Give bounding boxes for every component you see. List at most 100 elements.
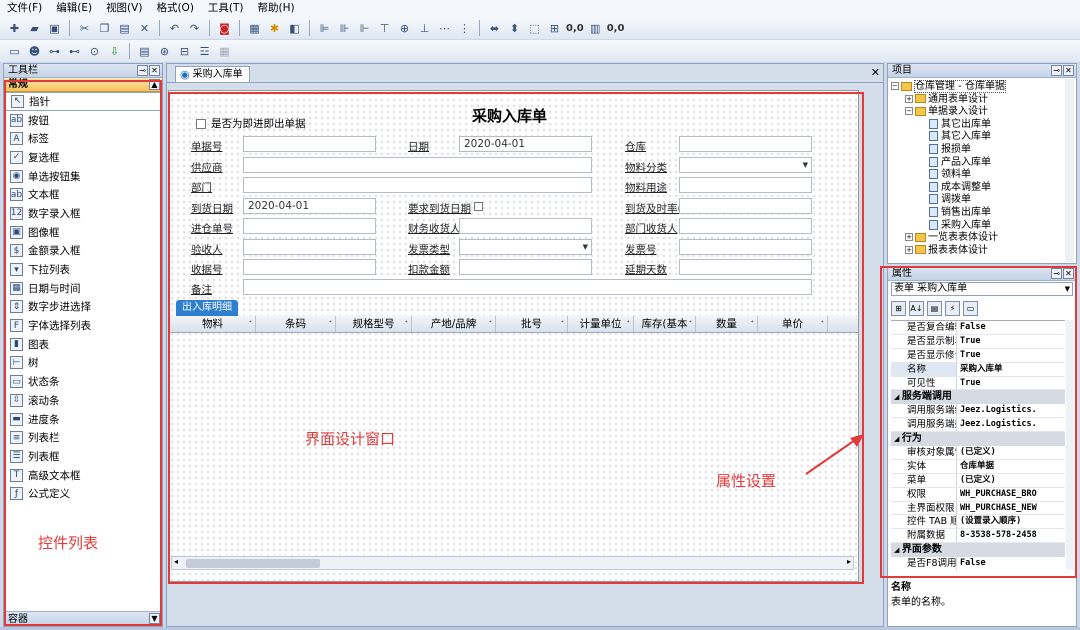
- toolbar-row-1: ✚ ▰ ▣ ✂ ❐ ▤ ✕ ↶ ↷ ◙ ▦ ✱ ◧ ⊫ ⊪ ⊩ ⊤ ⊕ ⊥ ⋯ …: [0, 17, 1080, 39]
- download-icon[interactable]: ⇩: [106, 43, 123, 60]
- pin-icon[interactable]: ⊸: [1051, 65, 1062, 76]
- tree-node[interactable]: 调拨单: [891, 194, 1076, 207]
- size-to-grid-icon[interactable]: ⊞: [546, 20, 563, 37]
- zoom-icon[interactable]: ⊙: [86, 43, 103, 60]
- menu-item[interactable]: 格式(O): [149, 0, 200, 17]
- align-top-icon[interactable]: ⊤: [376, 20, 393, 37]
- tools-icon[interactable]: ✱: [266, 20, 283, 37]
- expand-icon[interactable]: +: [905, 233, 913, 242]
- tree-node[interactable]: 销售出库单: [891, 206, 1076, 220]
- tree-node[interactable]: + 一览表表体设计: [891, 232, 1076, 245]
- document-tab[interactable]: ◉ 采购入库单: [175, 66, 250, 82]
- same-height-icon[interactable]: ⬍: [506, 20, 523, 37]
- folder-icon: [901, 81, 912, 91]
- tree-node[interactable]: − 仓库管理 - 仓库单据: [891, 80, 1076, 94]
- cut-icon[interactable]: ✂: [76, 20, 93, 37]
- properties-highlight: [880, 266, 1077, 578]
- close-icon[interactable]: ✕: [1063, 65, 1074, 76]
- tree-node[interactable]: 采购入库单: [891, 219, 1076, 233]
- tree-node[interactable]: 产品入库单: [891, 156, 1076, 170]
- users-icon[interactable]: ☻: [26, 43, 43, 60]
- new-icon[interactable]: ✚: [6, 20, 23, 37]
- redo-icon[interactable]: ↷: [186, 20, 203, 37]
- align-center-icon[interactable]: ⊪: [336, 20, 353, 37]
- connect-icon[interactable]: ⊷: [66, 43, 83, 60]
- folder-icon: [915, 232, 926, 242]
- vspace-icon[interactable]: ⋮: [456, 20, 473, 37]
- tree-node[interactable]: 其它出库单: [891, 118, 1076, 132]
- tree-node[interactable]: 成本调整单: [891, 181, 1076, 195]
- stop-icon[interactable]: ◙: [216, 20, 233, 37]
- menu-item[interactable]: 文件(F): [0, 0, 49, 17]
- tree-node-label: 单据录入设计: [928, 106, 988, 118]
- pin-icon[interactable]: ⊸: [137, 65, 148, 76]
- toolbar-separator: [479, 20, 480, 36]
- align-right-icon[interactable]: ⊩: [356, 20, 373, 37]
- collapse-icon[interactable]: −: [891, 82, 899, 90]
- delete-icon[interactable]: ✕: [136, 20, 153, 37]
- document-icon: [929, 181, 938, 192]
- menu-item[interactable]: 编辑(E): [49, 0, 99, 17]
- expand-icon[interactable]: +: [905, 245, 913, 254]
- designer-annotation: 界面设计窗口: [305, 430, 396, 448]
- project-header: 项目 ⊸ ✕: [888, 64, 1076, 78]
- copy-icon[interactable]: ❐: [96, 20, 113, 37]
- tree-node-label: 销售出库单: [941, 206, 991, 218]
- document-icon: [929, 131, 938, 142]
- align-middle-icon[interactable]: ⊕: [396, 20, 413, 37]
- toolbar-separator: [239, 20, 240, 36]
- tab-order-icon[interactable]: ⊟: [176, 43, 193, 60]
- toolbar-separator: [129, 43, 130, 59]
- bind-icon[interactable]: ☲: [196, 43, 213, 60]
- align-bottom-icon[interactable]: ⊥: [416, 20, 433, 37]
- menu-item[interactable]: 帮助(H): [251, 0, 302, 17]
- property-description-text: 表单的名称。: [891, 597, 951, 608]
- close-icon[interactable]: ✕: [149, 65, 160, 76]
- tree-node-label: 产品入库单: [941, 156, 991, 168]
- same-width-icon[interactable]: ⬌: [486, 20, 503, 37]
- toolbar-separator: [309, 20, 310, 36]
- document-tab-label: 采购入库单: [192, 69, 243, 80]
- collapse-icon[interactable]: −: [905, 107, 913, 116]
- tree-node[interactable]: − 单据录入设计: [891, 106, 1076, 119]
- grid-icon[interactable]: ▦: [246, 20, 263, 37]
- tree-node-label: 一览表表体设计: [928, 232, 998, 244]
- tree-node[interactable]: + 报表表体设计: [891, 245, 1076, 258]
- undo-icon[interactable]: ↶: [166, 20, 183, 37]
- save-icon[interactable]: ▣: [46, 20, 63, 37]
- tree-node[interactable]: 其它入库单: [891, 131, 1076, 144]
- tree-node-label: 通用表单设计: [928, 93, 988, 105]
- tree-node-label: 成本调整单: [941, 181, 991, 193]
- toolbar-separator: [69, 20, 70, 36]
- project-title: 项目: [892, 65, 912, 76]
- window-icon[interactable]: ▤: [136, 43, 153, 60]
- tree-node[interactable]: + 通用表单设计: [891, 94, 1076, 107]
- close-document-icon[interactable]: ✕: [871, 66, 880, 79]
- property-description: 名称 表单的名称。: [891, 578, 951, 608]
- project-scrollbar[interactable]: [1065, 79, 1074, 262]
- expand-icon[interactable]: +: [905, 94, 913, 103]
- grid-size-icon[interactable]: ▥: [587, 20, 604, 37]
- tab-divider: [167, 82, 883, 83]
- folder-icon: [915, 94, 926, 104]
- same-size-icon[interactable]: ⬚: [526, 20, 543, 37]
- tree-node-label: 调拨单: [941, 194, 971, 206]
- form-icon[interactable]: ▭: [6, 43, 23, 60]
- relation-icon[interactable]: ⊛: [156, 43, 173, 60]
- menu-item[interactable]: 工具(T): [201, 0, 251, 17]
- menu-item[interactable]: 视图(V): [99, 0, 149, 17]
- hspace-icon[interactable]: ⋯: [436, 20, 453, 37]
- paste-icon[interactable]: ▤: [116, 20, 133, 37]
- grid-offset-label: 0,0: [566, 22, 584, 34]
- open-folder-icon[interactable]: ▰: [26, 20, 43, 37]
- hierarchy-icon[interactable]: ⊶: [46, 43, 63, 60]
- tree-node[interactable]: 领料单: [891, 169, 1076, 182]
- project-panel: 项目 ⊸ ✕ − 仓库管理 - 仓库单据 + 通用表单设计 − 单据录入设计 其它出库单 其它…: [887, 63, 1077, 264]
- arrange-icon[interactable]: ◧: [286, 20, 303, 37]
- tree-node[interactable]: 报损单: [891, 143, 1076, 157]
- toolbox-header: 工具栏 ⊸ ✕: [4, 64, 162, 78]
- tree-node-label: 领料单: [941, 169, 971, 181]
- property-description-title: 名称: [891, 582, 911, 593]
- align-left-icon[interactable]: ⊫: [316, 20, 333, 37]
- tree-node-label: 报表表体设计: [928, 244, 988, 256]
